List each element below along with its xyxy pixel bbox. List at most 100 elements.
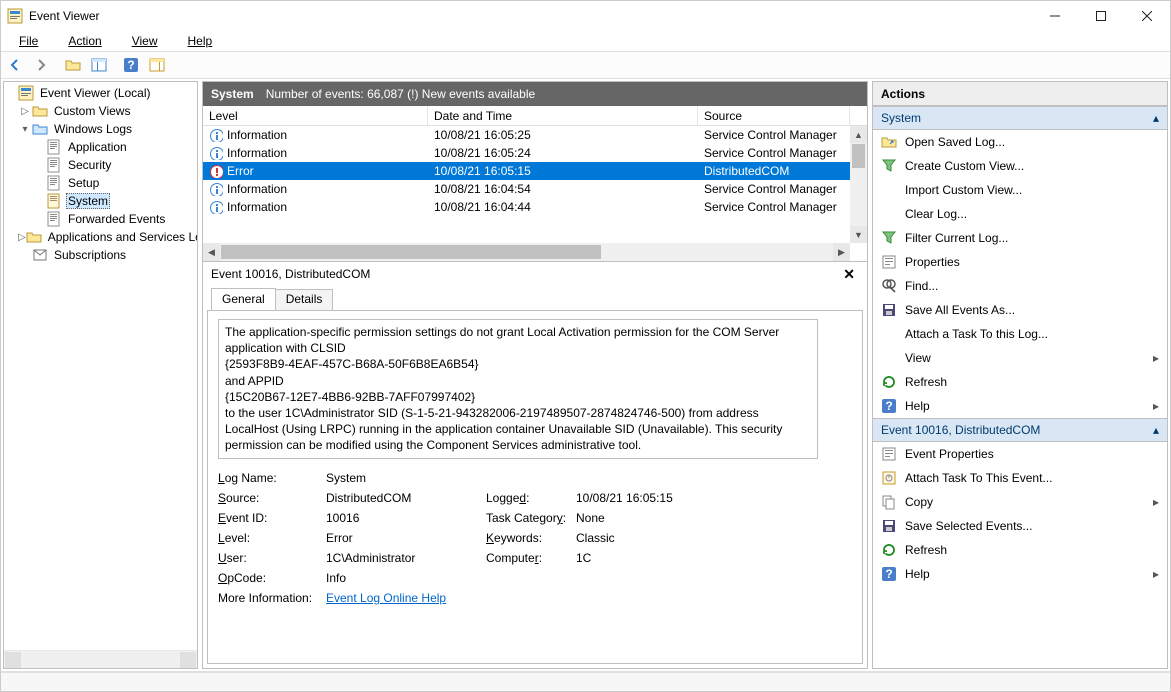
action-copy[interactable]: Copy▸ (873, 490, 1167, 514)
event-row[interactable]: Error 10/08/21 16:05:15DistributedCOM (203, 162, 867, 180)
label-eventid: Event ID: (218, 511, 326, 525)
action-refresh[interactable]: Refresh (873, 370, 1167, 394)
menu-action[interactable]: Action (54, 32, 115, 50)
event-row[interactable]: Information10/08/21 16:05:24Service Cont… (203, 144, 867, 162)
column-source[interactable]: Source (698, 106, 850, 125)
detail-header: Event 10016, DistributedCOM ✕ (207, 264, 863, 284)
minimize-button[interactable] (1032, 1, 1078, 31)
event-row[interactable]: Information10/08/21 16:05:25Service Cont… (203, 126, 867, 144)
action-view[interactable]: View▸ (873, 346, 1167, 370)
action-event-properties[interactable]: Event Properties (873, 442, 1167, 466)
online-help-link[interactable]: Event Log Online Help (326, 591, 446, 605)
action-attach-task[interactable]: Attach a Task To this Log... (873, 322, 1167, 346)
tab-details[interactable]: Details (275, 289, 334, 311)
forward-button[interactable] (29, 54, 53, 76)
column-date[interactable]: Date and Time (428, 106, 698, 125)
hscrollbar[interactable]: ◀ ▶ (203, 243, 850, 261)
tree-custom-views[interactable]: ▷Custom Views (4, 102, 197, 120)
scroll-right-icon[interactable]: ▶ (833, 243, 850, 261)
panes-icon (91, 57, 107, 73)
cell-date: 10/08/21 16:05:15 (428, 164, 698, 178)
tree-hscrollbar[interactable] (4, 650, 197, 668)
action-help[interactable]: Help▸ (873, 394, 1167, 418)
scroll-left-icon[interactable]: ◀ (203, 243, 220, 261)
hscroll-thumb[interactable] (221, 245, 601, 259)
value-source: DistributedCOM (326, 491, 486, 505)
action-import-custom-view[interactable]: Import Custom View... (873, 178, 1167, 202)
event-row[interactable]: Information10/08/21 16:04:54Service Cont… (203, 180, 867, 198)
log-icon (46, 157, 62, 173)
info-icon (209, 128, 223, 142)
back-button[interactable] (3, 54, 27, 76)
actions-section-system[interactable]: System ▴ (873, 106, 1167, 130)
action-find[interactable]: Find... (873, 274, 1167, 298)
maximize-button[interactable] (1078, 1, 1124, 31)
tree-application[interactable]: Application (4, 138, 197, 156)
cell-level: Information (227, 200, 287, 214)
event-row[interactable]: Information10/08/21 16:04:44Service Cont… (203, 198, 867, 216)
action-save-all[interactable]: Save All Events As... (873, 298, 1167, 322)
actions-section-event[interactable]: Event 10016, DistributedCOM ▴ (873, 418, 1167, 442)
panes-button[interactable] (87, 54, 111, 76)
tree-subscriptions[interactable]: Subscriptions (4, 246, 197, 264)
action-save-selected[interactable]: Save Selected Events... (873, 514, 1167, 538)
scroll-up-icon[interactable]: ▲ (850, 126, 867, 143)
menu-view[interactable]: View (118, 32, 172, 50)
tree-setup[interactable]: Setup (4, 174, 197, 192)
menu-file[interactable]: File (5, 32, 52, 50)
tree-apps-services[interactable]: ▷Applications and Services Lo (4, 228, 197, 246)
help-button[interactable] (119, 54, 143, 76)
actions-title: Actions (873, 82, 1167, 106)
action-clear-log[interactable]: Clear Log... (873, 202, 1167, 226)
panes2-icon (149, 57, 165, 73)
label-level: Level: (218, 531, 326, 545)
open-icon (881, 134, 897, 150)
collapse-icon: ▴ (1153, 111, 1159, 125)
cell-source: DistributedCOM (698, 164, 850, 178)
action-filter-log[interactable]: Filter Current Log... (873, 226, 1167, 250)
action-open-saved-log[interactable]: Open Saved Log... (873, 130, 1167, 154)
tree[interactable]: Event Viewer (Local) ▷Custom Views ▾Wind… (4, 82, 197, 650)
properties-icon (881, 446, 897, 462)
log-icon (46, 175, 62, 191)
show-tree-button[interactable] (61, 54, 85, 76)
action-properties[interactable]: Properties (873, 250, 1167, 274)
folder-icon (32, 103, 48, 119)
event-list: Level Date and Time Source Information10… (203, 106, 867, 262)
value-computer: 1C (576, 551, 756, 565)
cell-level: Information (227, 146, 287, 160)
vscrollbar[interactable]: ▲ ▼ (850, 126, 867, 243)
expand-icon[interactable]: ▷ (18, 106, 32, 117)
message-box[interactable]: The application-specific permission sett… (218, 319, 818, 459)
action-attach-task-event[interactable]: Attach Task To This Event... (873, 466, 1167, 490)
close-button[interactable] (1124, 1, 1170, 31)
actions-body-event: Event Properties Attach Task To This Eve… (873, 442, 1167, 586)
scroll-down-icon[interactable]: ▼ (850, 226, 867, 243)
properties-grid: Log Name:System Source:DistributedCOM Lo… (218, 471, 852, 605)
action-refresh2[interactable]: Refresh (873, 538, 1167, 562)
scroll-thumb[interactable] (852, 144, 865, 168)
expand-icon[interactable]: ▷ (18, 232, 26, 243)
back-icon (7, 57, 23, 73)
tree-forwarded[interactable]: Forwarded Events (4, 210, 197, 228)
cell-source: Service Control Manager (698, 146, 850, 160)
cell-level: Error (227, 164, 254, 178)
cell-date: 10/08/21 16:05:25 (428, 128, 698, 142)
action-create-custom-view[interactable]: Create Custom View... (873, 154, 1167, 178)
tree-security[interactable]: Security (4, 156, 197, 174)
detail-close-button[interactable]: ✕ (839, 266, 859, 283)
tab-general[interactable]: General (211, 288, 276, 310)
content-header-count: Number of events: 66,087 (!) New events … (266, 87, 535, 101)
tree-root[interactable]: Event Viewer (Local) (4, 84, 197, 102)
menu-help[interactable]: Help (174, 32, 227, 50)
tree-windows-logs[interactable]: ▾Windows Logs (4, 120, 197, 138)
value-user: 1C\Administrator (326, 551, 486, 565)
detail-title: Event 10016, DistributedCOM (211, 267, 839, 281)
event-rows[interactable]: Information 10/08/21 16:05:25Service Cont… (203, 126, 867, 261)
action-help2[interactable]: Help▸ (873, 562, 1167, 586)
column-level[interactable]: Level (203, 106, 428, 125)
tree-system[interactable]: System (4, 192, 197, 210)
copy-icon (881, 494, 897, 510)
panes2-button[interactable] (145, 54, 169, 76)
collapse-icon[interactable]: ▾ (18, 124, 32, 135)
